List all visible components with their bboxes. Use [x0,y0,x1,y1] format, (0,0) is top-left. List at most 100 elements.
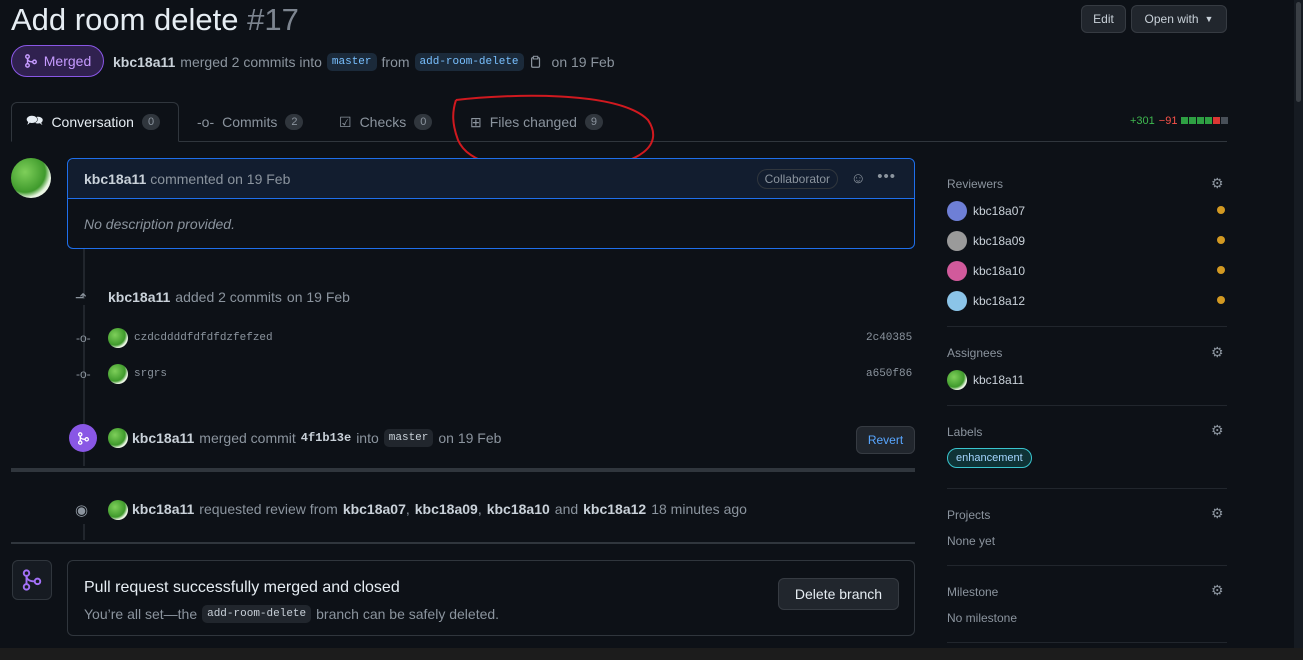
copy-icon[interactable] [529,55,543,69]
event-author[interactable]: kbc18a11 [108,289,170,305]
gear-icon[interactable]: ⚙ [1211,582,1227,598]
gear-icon[interactable]: ⚙ [1211,175,1227,191]
merged-box-desc: You’re all set—the add-room-delete branc… [84,605,499,623]
merge-icon [77,431,89,445]
author-link[interactable]: kbc18a11 [113,54,175,70]
open-with-button[interactable]: Open with ▼ [1131,5,1227,33]
avatar[interactable] [11,158,51,198]
assignee-name: kbc18a11 [973,373,1025,387]
avatar[interactable] [108,328,128,348]
milestone-value: No milestone [947,611,1018,625]
event-date: on 19 Feb [286,289,350,305]
tab-counter: 2 [285,114,304,130]
labels-heading[interactable]: Labels [947,425,982,439]
from-text: from [381,54,410,70]
tab-checks[interactable]: ☑ Checks 0 [325,102,446,142]
sidebar-divider [947,488,1227,489]
reviewer-name: kbc18a12 [973,294,1026,308]
sidebar-divider [947,565,1227,566]
pending-review-dot [1217,296,1225,304]
assignees-heading[interactable]: Assignees [947,346,1002,360]
event-author[interactable]: kbc18a11 [132,501,194,517]
avatar [947,231,967,251]
milestone-heading[interactable]: Milestone [947,585,998,599]
gear-icon[interactable]: ⚙ [1211,505,1227,521]
desc-suffix: branch can be safely deleted. [316,606,500,622]
reviewer-link[interactable]: kbc18a10 [487,501,550,517]
merge-date: on 19 Feb [551,54,615,70]
and-text: and [554,501,579,517]
sidebar-divider [947,642,1227,643]
commit-icon: -o- [76,331,91,345]
commit-message-link[interactable]: srgrs [134,368,167,380]
reviewer-row[interactable]: kbc18a09 [947,231,1025,251]
avatar[interactable] [108,364,128,384]
reviewer-name: kbc18a07 [973,204,1026,218]
repo-push-icon: ⬏ [75,289,87,305]
tab-conversation[interactable]: 🗪 Conversation 0 [11,102,179,142]
comment-author[interactable]: kbc18a11 [84,171,146,187]
comment-header: kbc18a11 commented on 19 Feb Collaborato… [68,159,914,199]
gear-icon[interactable]: ⚙ [1211,422,1227,438]
merge-icon [24,54,37,68]
kebab-menu-icon[interactable]: ••• [877,168,896,185]
edit-button[interactable]: Edit [1081,5,1126,33]
head-branch[interactable]: add-room-delete [414,53,524,71]
event-time: 18 minutes ago [651,501,747,517]
timeline-divider [11,542,915,544]
scrollbar-thumb[interactable] [1296,2,1301,102]
reviewer-row[interactable]: kbc18a07 [947,201,1025,221]
comment-body: No description provided. [84,216,235,232]
merged-state-icon [12,560,52,600]
taskbar [0,648,1303,660]
commit-message-link[interactable]: czdcddddfdfdfdzfefzed [134,332,273,344]
timeline-line [83,305,85,425]
additions-count: +301 [1130,115,1155,127]
added-commits-event: kbc18a11 added 2 commits on 19 Feb [108,289,350,305]
commit-sha-link[interactable]: 2c40385 [866,332,912,344]
reviewer-name: kbc18a10 [973,264,1026,278]
checklist-icon: ☑ [339,113,352,130]
label-enhancement[interactable]: enhancement [947,448,1032,468]
status-badge: Merged [11,45,104,77]
reviewer-link[interactable]: kbc18a12 [583,501,646,517]
head-branch[interactable]: add-room-delete [202,605,312,623]
tab-label: Checks [359,114,407,130]
pr-number: #17 [247,2,299,37]
pr-title: Add room delete [11,2,239,37]
review-request-event: kbc18a11 requested review from kbc18a07,… [132,501,747,517]
revert-button[interactable]: Revert [856,426,915,454]
reviewer-link[interactable]: kbc18a07 [343,501,406,517]
merge-sha-link[interactable]: 4f1b13e [301,431,351,445]
event-text: added 2 commits [175,289,282,305]
gear-icon[interactable]: ⚙ [1211,344,1227,360]
delete-branch-button[interactable]: Delete branch [778,578,899,610]
smiley-icon[interactable]: ☺ [851,170,866,187]
base-branch[interactable]: master [383,429,434,447]
assignee-row[interactable]: kbc18a11 [947,370,1024,390]
pending-review-dot [1217,236,1225,244]
diffstat: +301 −91 [1130,115,1229,127]
commit-sha-link[interactable]: a650f86 [866,368,912,380]
avatar [947,201,967,221]
reviewer-row[interactable]: kbc18a10 [947,261,1025,281]
page-title: Add room delete #17 [11,2,299,38]
avatar[interactable] [108,428,128,448]
eye-icon: ◉ [75,502,89,519]
collaborator-badge: Collaborator [756,169,838,189]
base-branch[interactable]: master [326,53,377,71]
reviewers-heading[interactable]: Reviewers [947,177,1003,191]
pr-meta: kbc18a11 merged 2 commits into master fr… [113,53,615,71]
open-with-label: Open with [1144,12,1199,26]
tab-commits[interactable]: -o- Commits 2 [183,102,317,142]
event-author[interactable]: kbc18a11 [132,430,194,446]
merged-status-box: Pull request successfully merged and clo… [67,560,915,636]
reviewer-link[interactable]: kbc18a09 [415,501,478,517]
timeline-line [83,524,85,540]
avatar[interactable] [108,500,128,520]
reviewer-row[interactable]: kbc18a12 [947,291,1025,311]
tab-counter: 0 [141,114,161,130]
projects-heading[interactable]: Projects [947,508,990,522]
sidebar-divider [947,326,1227,327]
commit-icon: -o- [197,114,215,130]
